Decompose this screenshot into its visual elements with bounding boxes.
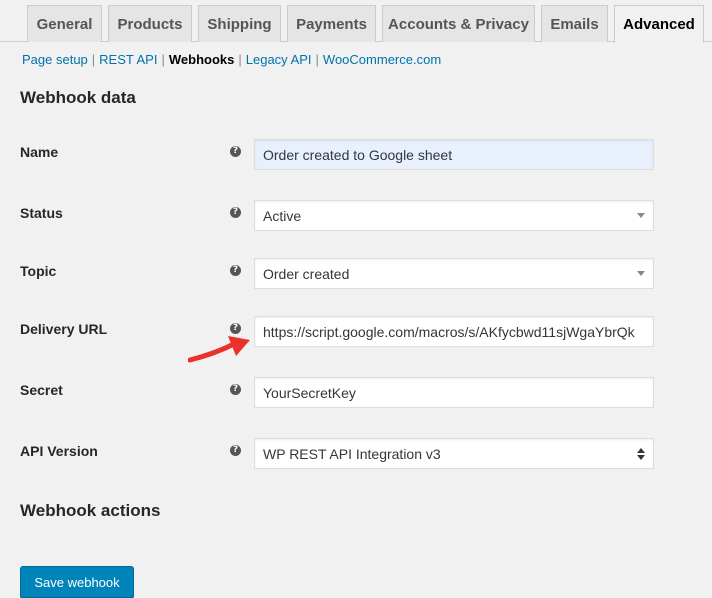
api-version-label: API Version [20,443,98,459]
help-icon[interactable]: ? [230,207,241,218]
tab-products[interactable]: Products [108,5,192,42]
help-icon[interactable]: ? [230,445,241,456]
subnav-legacy-api[interactable]: Legacy API [246,52,312,67]
subnav-separator: | [238,52,242,67]
settings-tabs: General Products Shipping Payments Accou… [0,0,712,43]
subnav-separator: | [161,52,165,67]
help-icon[interactable]: ? [230,384,241,395]
subnav-webhooks-current: Webhooks [168,52,235,67]
chevron-down-icon [637,271,645,276]
api-version-select-value: WP REST API Integration v3 [263,445,441,462]
advanced-subnav: Page setup | REST API | Webhooks | Legacy API |… [22,52,441,67]
up-down-icon [637,447,645,460]
tab-accounts-privacy[interactable]: Accounts & Privacy [382,5,535,42]
help-icon[interactable]: ? [230,146,241,157]
annotation-arrow-icon [188,336,250,363]
subnav-separator: | [91,52,96,67]
secret-input[interactable] [254,377,654,408]
subnav-separator: | [315,52,319,67]
subnav-page-setup[interactable]: Page setup [22,52,88,67]
save-webhook-button[interactable]: Save webhook [20,566,134,598]
topic-label: Topic [20,263,57,279]
delivery-url-label: Delivery URL [20,321,108,337]
secret-label: Secret [20,382,63,398]
help-icon[interactable]: ? [230,265,241,276]
name-input[interactable] [254,139,654,170]
status-label: Status [20,205,63,221]
status-select[interactable]: Active [254,200,654,231]
topic-select-value: Order created [263,265,350,282]
webhook-actions-heading: Webhook actions [20,501,161,520]
chevron-down-icon [637,213,645,218]
api-version-select[interactable]: WP REST API Integration v3 [254,438,654,469]
delivery-url-input[interactable] [254,316,654,347]
webhook-data-heading: Webhook data [20,88,136,107]
topic-select[interactable]: Order created [254,258,654,289]
tab-emails[interactable]: Emails [541,5,608,42]
tab-payments[interactable]: Payments [287,5,376,42]
subnav-rest-api[interactable]: REST API [99,52,157,67]
tab-shipping[interactable]: Shipping [198,5,281,42]
subnav-woocommerce[interactable]: WooCommerce.com [323,52,441,67]
tab-general[interactable]: General [27,5,102,42]
status-select-value: Active [263,207,302,224]
name-label: Name [20,144,59,160]
tab-advanced[interactable]: Advanced [614,5,704,43]
